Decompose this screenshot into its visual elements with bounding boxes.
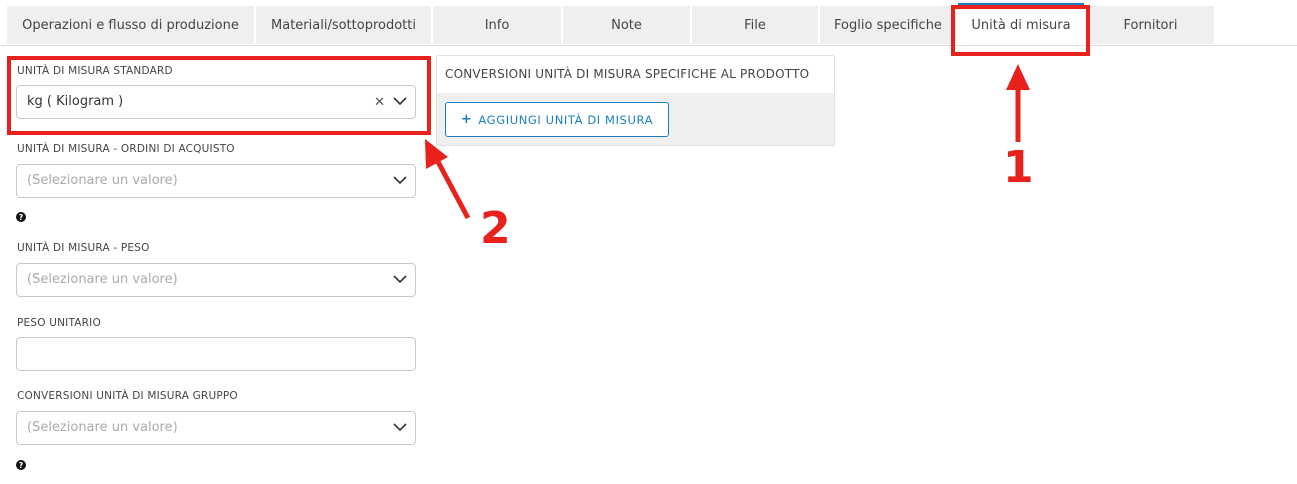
annotation-arrows xyxy=(425,64,1030,220)
annotation-marker-2: 2 xyxy=(480,203,511,254)
annotation-marker-1: 1 xyxy=(1003,142,1034,193)
arrow-1-icon xyxy=(1006,64,1030,142)
arrow-2-icon xyxy=(425,139,471,220)
